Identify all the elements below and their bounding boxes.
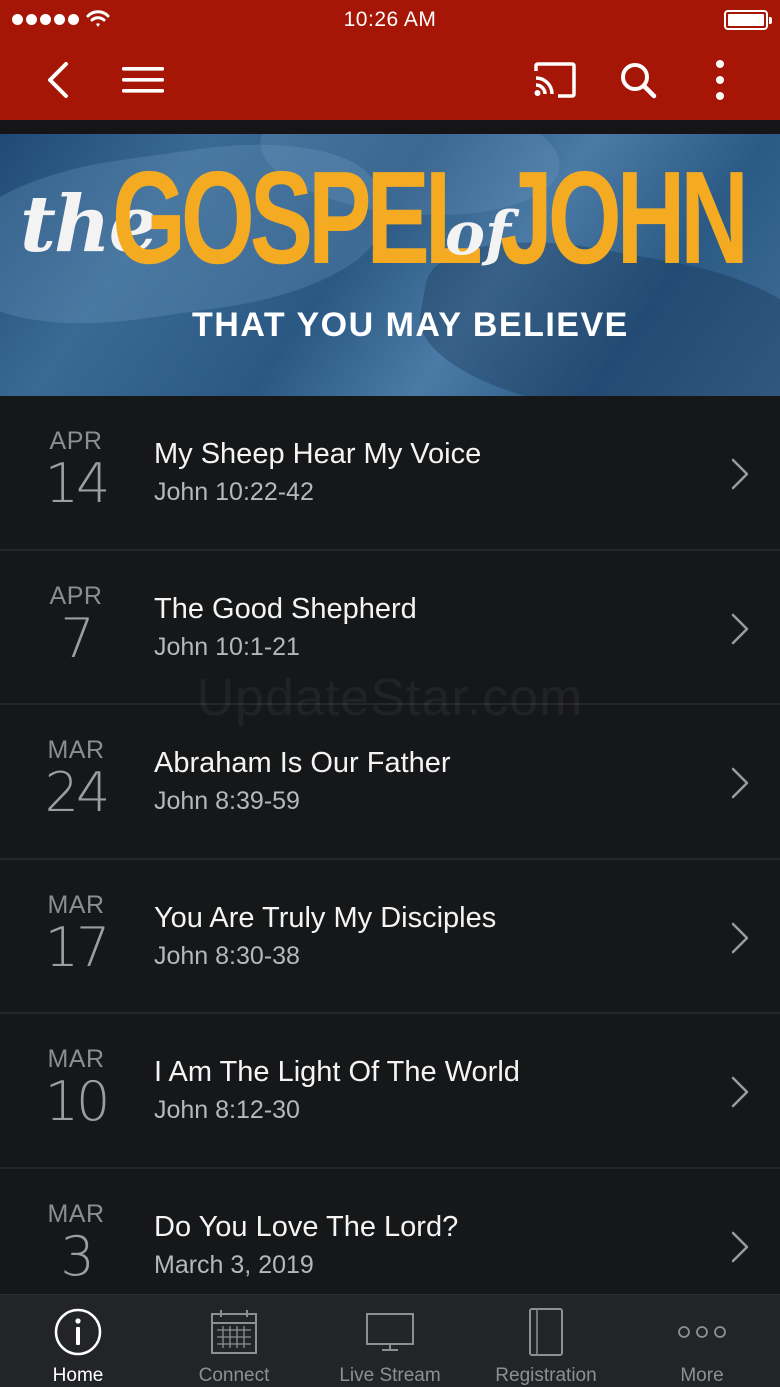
sermon-passage: John 8:39-59 bbox=[154, 787, 300, 815]
sermon-date: MAR 24 bbox=[30, 735, 122, 821]
sermon-passage: John 8:30-38 bbox=[154, 941, 300, 970]
chevron-right-icon bbox=[731, 458, 749, 490]
back-button[interactable] bbox=[30, 40, 86, 120]
battery-icon bbox=[724, 10, 772, 30]
sermon-passage: John 10:1-21 bbox=[154, 632, 300, 661]
sermon-date: APR 7 bbox=[30, 581, 122, 667]
sermon-day: 14 bbox=[44, 452, 111, 515]
menu-button[interactable] bbox=[112, 40, 174, 120]
tab-label: Live Stream bbox=[339, 1365, 441, 1386]
sermon-date: MAR 10 bbox=[30, 1044, 122, 1130]
vertical-dots-icon bbox=[716, 60, 724, 100]
more-options-button[interactable] bbox=[700, 40, 740, 120]
sermon-passage: John 10:22-42 bbox=[154, 478, 314, 506]
tab-label: More bbox=[680, 1365, 724, 1386]
sermon-title: Abraham Is Our Father bbox=[154, 747, 451, 779]
sermon-month: MAR bbox=[47, 890, 105, 919]
tab-label: Home bbox=[52, 1365, 104, 1386]
sermon-day: 10 bbox=[44, 1070, 111, 1133]
sermon-row[interactable]: APR 7 The Good Shepherd John 10:1-21 bbox=[0, 551, 780, 705]
nav-divider bbox=[0, 120, 780, 134]
sermon-row[interactable]: APR 14 My Sheep Hear My Voice John 10:22… bbox=[0, 396, 780, 551]
tab-more[interactable]: More bbox=[624, 1295, 780, 1387]
sermon-title: My Sheep Hear My Voice bbox=[154, 438, 482, 470]
sermon-row[interactable]: MAR 10 I Am The Light Of The World John … bbox=[0, 1014, 780, 1169]
tab-label: Registration bbox=[495, 1365, 597, 1386]
sermon-title: The Good Shepherd bbox=[154, 592, 417, 625]
tab-home[interactable]: Home bbox=[0, 1295, 156, 1387]
sermon-title: Do You Love The Lord? bbox=[154, 1210, 459, 1243]
tab-registration[interactable]: Registration bbox=[468, 1295, 624, 1387]
sermon-day: 17 bbox=[44, 915, 111, 979]
calendar-icon bbox=[211, 1310, 257, 1354]
tab-label: Connect bbox=[198, 1365, 270, 1386]
chevron-right-icon bbox=[731, 1076, 749, 1108]
sermon-date: MAR 3 bbox=[30, 1199, 122, 1285]
banner-word-john: JOHN bbox=[500, 144, 749, 291]
series-banner: the GOSPEL of JOHN THAT YOU MAY BELIEVE bbox=[0, 134, 780, 396]
cast-icon bbox=[534, 62, 576, 98]
sermon-date: MAR 17 bbox=[30, 890, 122, 976]
banner-word-gospel: GOSPEL bbox=[112, 144, 483, 291]
sermon-date: APR 14 bbox=[30, 426, 122, 512]
info-circle-icon bbox=[54, 1308, 102, 1356]
sermon-month: APR bbox=[49, 581, 103, 610]
sermon-row[interactable]: MAR 3 Do You Love The Lord? March 3, 201… bbox=[0, 1169, 780, 1295]
search-icon bbox=[621, 63, 657, 99]
sermon-row[interactable]: MAR 17 You Are Truly My Disciples John 8… bbox=[0, 860, 780, 1014]
chevron-right-icon bbox=[731, 922, 749, 953]
sermon-day: 24 bbox=[44, 761, 111, 824]
sermon-row[interactable]: MAR 24 Abraham Is Our Father John 8:39-5… bbox=[0, 705, 780, 860]
sermon-title: I Am The Light Of The World bbox=[154, 1056, 520, 1088]
back-chevron-icon bbox=[48, 62, 68, 98]
status-bar: 10:26 AM bbox=[0, 0, 780, 40]
search-button[interactable] bbox=[612, 40, 664, 120]
tablet-icon bbox=[529, 1308, 563, 1356]
cast-button[interactable] bbox=[526, 40, 584, 120]
tab-bar: Home Connect Live Stream Registration Mo… bbox=[0, 1294, 780, 1387]
sermon-title: You Are Truly My Disciples bbox=[154, 901, 497, 934]
monitor-icon bbox=[366, 1313, 414, 1351]
chevron-right-icon bbox=[731, 613, 749, 644]
sermon-date-subtitle: March 3, 2019 bbox=[154, 1250, 314, 1279]
sermon-month: MAR bbox=[47, 1199, 105, 1228]
tab-live-stream[interactable]: Live Stream bbox=[312, 1295, 468, 1387]
horizontal-dots-icon bbox=[678, 1326, 726, 1338]
sermon-list: APR 14 My Sheep Hear My Voice John 10:22… bbox=[0, 396, 780, 1294]
sermon-day: 7 bbox=[60, 606, 94, 670]
hamburger-menu-icon bbox=[122, 67, 164, 93]
status-time: 10:26 AM bbox=[343, 8, 437, 31]
chevron-right-icon bbox=[731, 767, 749, 799]
chevron-right-icon bbox=[731, 1231, 749, 1262]
banner-tagline: THAT YOU MAY BELIEVE bbox=[192, 306, 629, 344]
app-screen: 10:26 AM the GOSPEL of JOHN THAT YOU MAY… bbox=[0, 0, 780, 1387]
nav-bar bbox=[0, 40, 780, 120]
sermon-passage: John 8:12-30 bbox=[154, 1096, 300, 1124]
sermon-day: 3 bbox=[60, 1224, 94, 1288]
tab-connect[interactable]: Connect bbox=[156, 1295, 312, 1387]
